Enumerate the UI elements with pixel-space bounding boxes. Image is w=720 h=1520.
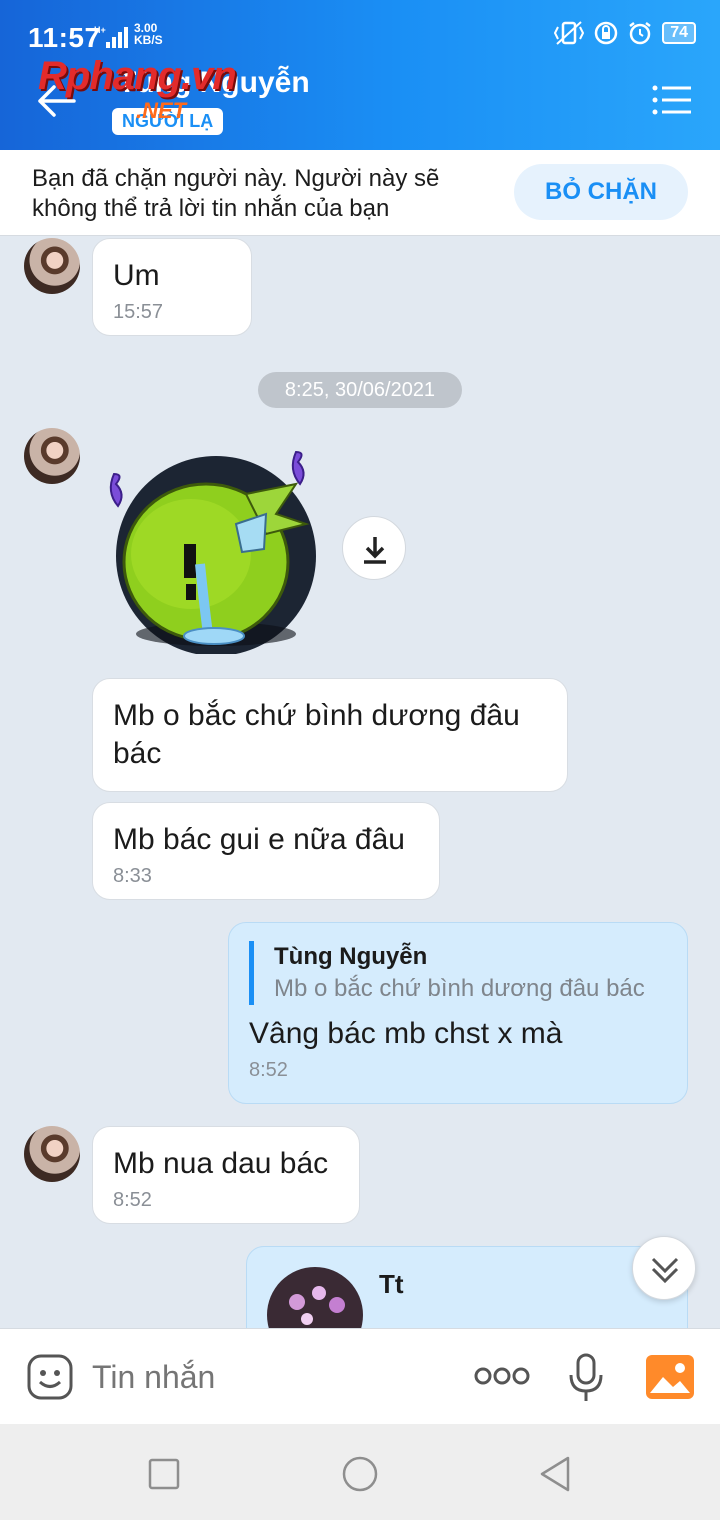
back-arrow-icon[interactable] [36,84,76,118]
sticker-icon[interactable] [26,1353,74,1401]
quoted-message[interactable]: Tùng Nguyễn Mb o bắc chứ bình dương đâu … [249,941,667,1005]
network-type: H+ [94,25,106,35]
crying-sticker[interactable] [96,444,326,654]
download-icon [364,537,386,564]
contact-card-avatar [267,1267,363,1328]
message-time: 15:57 [113,301,164,323]
alarm-icon [629,22,651,45]
message-bubble[interactable]: Mb nua dau bác 8:52 [92,1126,360,1224]
message-time: 8:52 [113,1189,152,1211]
message-bubble[interactable]: Um 15:57 [92,238,252,336]
message-time: 8:33 [113,865,152,887]
message-text: Um [113,259,160,292]
status-icons: 74 [554,20,696,46]
recent-apps-icon[interactable] [144,1454,184,1494]
speed-unit: KB/S [134,33,163,47]
message-bubble[interactable]: Mb bác gui e nữa đâu 8:33 [92,802,440,900]
quote-text: Mb o bắc chứ bình dương đâu bác [274,975,645,1002]
network-speed: 3.00 KB/S [134,22,163,46]
my-message-bubble[interactable]: Tt [246,1246,688,1328]
battery-indicator: 74 [662,22,696,44]
message-composer [0,1328,720,1424]
avatar[interactable] [24,428,80,484]
watermark-logo-sub: .NET [136,98,187,123]
block-notice: Bạn đã chặn người này. Người này sẽ khôn… [32,165,440,222]
avatar[interactable] [24,238,80,294]
quote-author: Tùng Nguyễn [274,943,428,970]
message-text: Vâng bác mb chst x mà [249,1017,563,1050]
lock-rotation-icon [594,21,618,45]
more-options-icon[interactable] [474,1365,530,1387]
image-icon[interactable] [646,1355,694,1399]
message-text: Mb nua dau bác [113,1147,329,1180]
date-separator: 8:25, 30/06/2021 [258,372,462,408]
home-icon[interactable] [340,1454,380,1494]
status-time: 11:57 [28,22,101,53]
avatar[interactable] [24,1126,80,1182]
chat-area[interactable]: Um 15:57 8:25, 30/06/2021 Mb o bắc chứ b… [0,236,720,1328]
message-bubble[interactable]: Mb o bắc chứ bình dương đâu bác [92,678,568,792]
message-text: Mb o bắc chứ bình dương đâu bác [113,699,520,770]
unblock-button[interactable]: BỎ CHẶN [514,164,688,220]
microphone-icon[interactable] [566,1353,606,1403]
system-nav-bar [0,1424,720,1520]
chevron-double-down-icon [651,1257,679,1284]
status-bar: 11:57 H+ 3.00 KB/S 74 [0,14,720,58]
vibrate-icon [554,21,585,45]
back-nav-icon[interactable] [536,1454,576,1494]
header-bar: 11:57 H+ 3.00 KB/S 74 Tùng Nguyễn NGƯỜI … [0,0,720,150]
message-time: 8:52 [249,1059,288,1081]
download-button[interactable] [342,516,406,580]
scroll-down-button[interactable] [632,1236,696,1300]
my-message-bubble[interactable]: Tùng Nguyễn Mb o bắc chứ bình dương đâu … [228,922,688,1104]
message-text: Mb bác gui e nữa đâu [113,823,405,856]
message-input[interactable] [92,1351,452,1403]
block-banner: Bạn đã chặn người này. Người này sẽ khôn… [0,150,720,236]
message-text: Tt [379,1269,404,1299]
signal-icon: H+ [94,25,128,48]
menu-icon[interactable] [652,84,692,116]
